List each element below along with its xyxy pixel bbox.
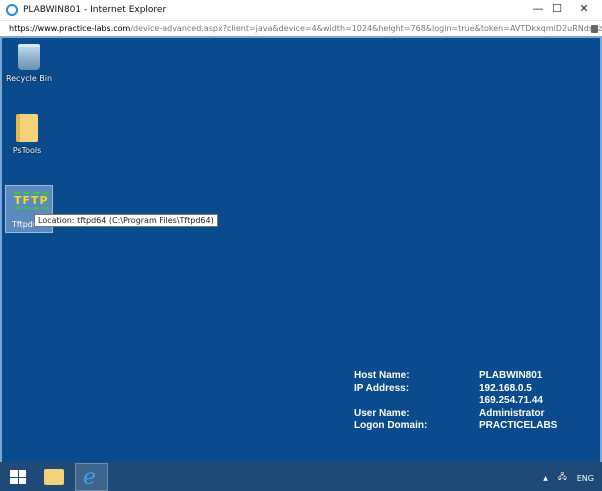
info-value: PRACTICELABS bbox=[479, 420, 558, 431]
icon-label: Recycle Bin bbox=[5, 74, 53, 83]
internet-explorer-taskbar-button[interactable]: e bbox=[75, 463, 108, 491]
file-explorer-icon[interactable] bbox=[44, 469, 64, 485]
url-domain: https://www.practice-labs.com bbox=[9, 24, 131, 33]
taskbar: e ▲ 🖧 ENG bbox=[0, 462, 602, 491]
close-button[interactable]: ✕ bbox=[574, 2, 594, 15]
url-path: /device-advanced.aspx?client=java&device… bbox=[130, 24, 602, 33]
lock-icon bbox=[591, 25, 598, 33]
host-info: Host Name: PLABWIN801 IP Address: 192.168.… bbox=[354, 370, 557, 433]
info-label: Logon Domain: bbox=[354, 420, 428, 431]
info-label: Host Name: bbox=[354, 370, 410, 381]
maximize-button[interactable]: ☐ bbox=[547, 2, 567, 15]
info-value: Administrator bbox=[479, 407, 545, 419]
icon-label: PsTools bbox=[12, 146, 42, 155]
desktop-icon-pstools[interactable]: PsTools bbox=[2, 114, 52, 155]
info-label: User Name: bbox=[354, 407, 410, 419]
tftp-icon: TFTP bbox=[14, 192, 49, 209]
tooltip: Location: tftpd64 (C:\Program Files\Tftp… bbox=[34, 214, 218, 227]
show-hidden-icons-icon[interactable]: ▲ bbox=[543, 475, 548, 482]
info-value: PLABWIN801 bbox=[479, 370, 543, 381]
remote-desktop[interactable]: Recycle Bin PsTools Tftpd64 TFTP Locatio… bbox=[0, 38, 602, 462]
system-tray: ▲ 🖧 ENG bbox=[543, 471, 594, 485]
info-label: IP Address: bbox=[354, 382, 410, 394]
minimize-button[interactable]: — bbox=[528, 2, 548, 15]
info-label bbox=[354, 395, 479, 408]
info-value: 169.254.71.44 bbox=[479, 395, 543, 406]
recycle-bin-icon bbox=[18, 44, 40, 70]
title-bar: PLABWIN801 - Internet Explorer — ☐ ✕ bbox=[0, 0, 602, 20]
window-title: PLABWIN801 - Internet Explorer bbox=[23, 5, 167, 15]
info-value: 192.168.0.5 bbox=[479, 382, 532, 394]
start-button[interactable] bbox=[10, 470, 26, 484]
folder-icon bbox=[16, 114, 38, 142]
internet-explorer-icon: e bbox=[83, 465, 97, 490]
internet-explorer-icon bbox=[6, 4, 18, 16]
language-indicator[interactable]: ENG bbox=[577, 474, 594, 483]
address-bar[interactable]: https://www.practice-labs.com/device-adv… bbox=[0, 20, 602, 38]
network-icon[interactable]: 🖧 bbox=[558, 471, 567, 485]
desktop-icon-recycle-bin[interactable]: Recycle Bin bbox=[4, 44, 54, 83]
